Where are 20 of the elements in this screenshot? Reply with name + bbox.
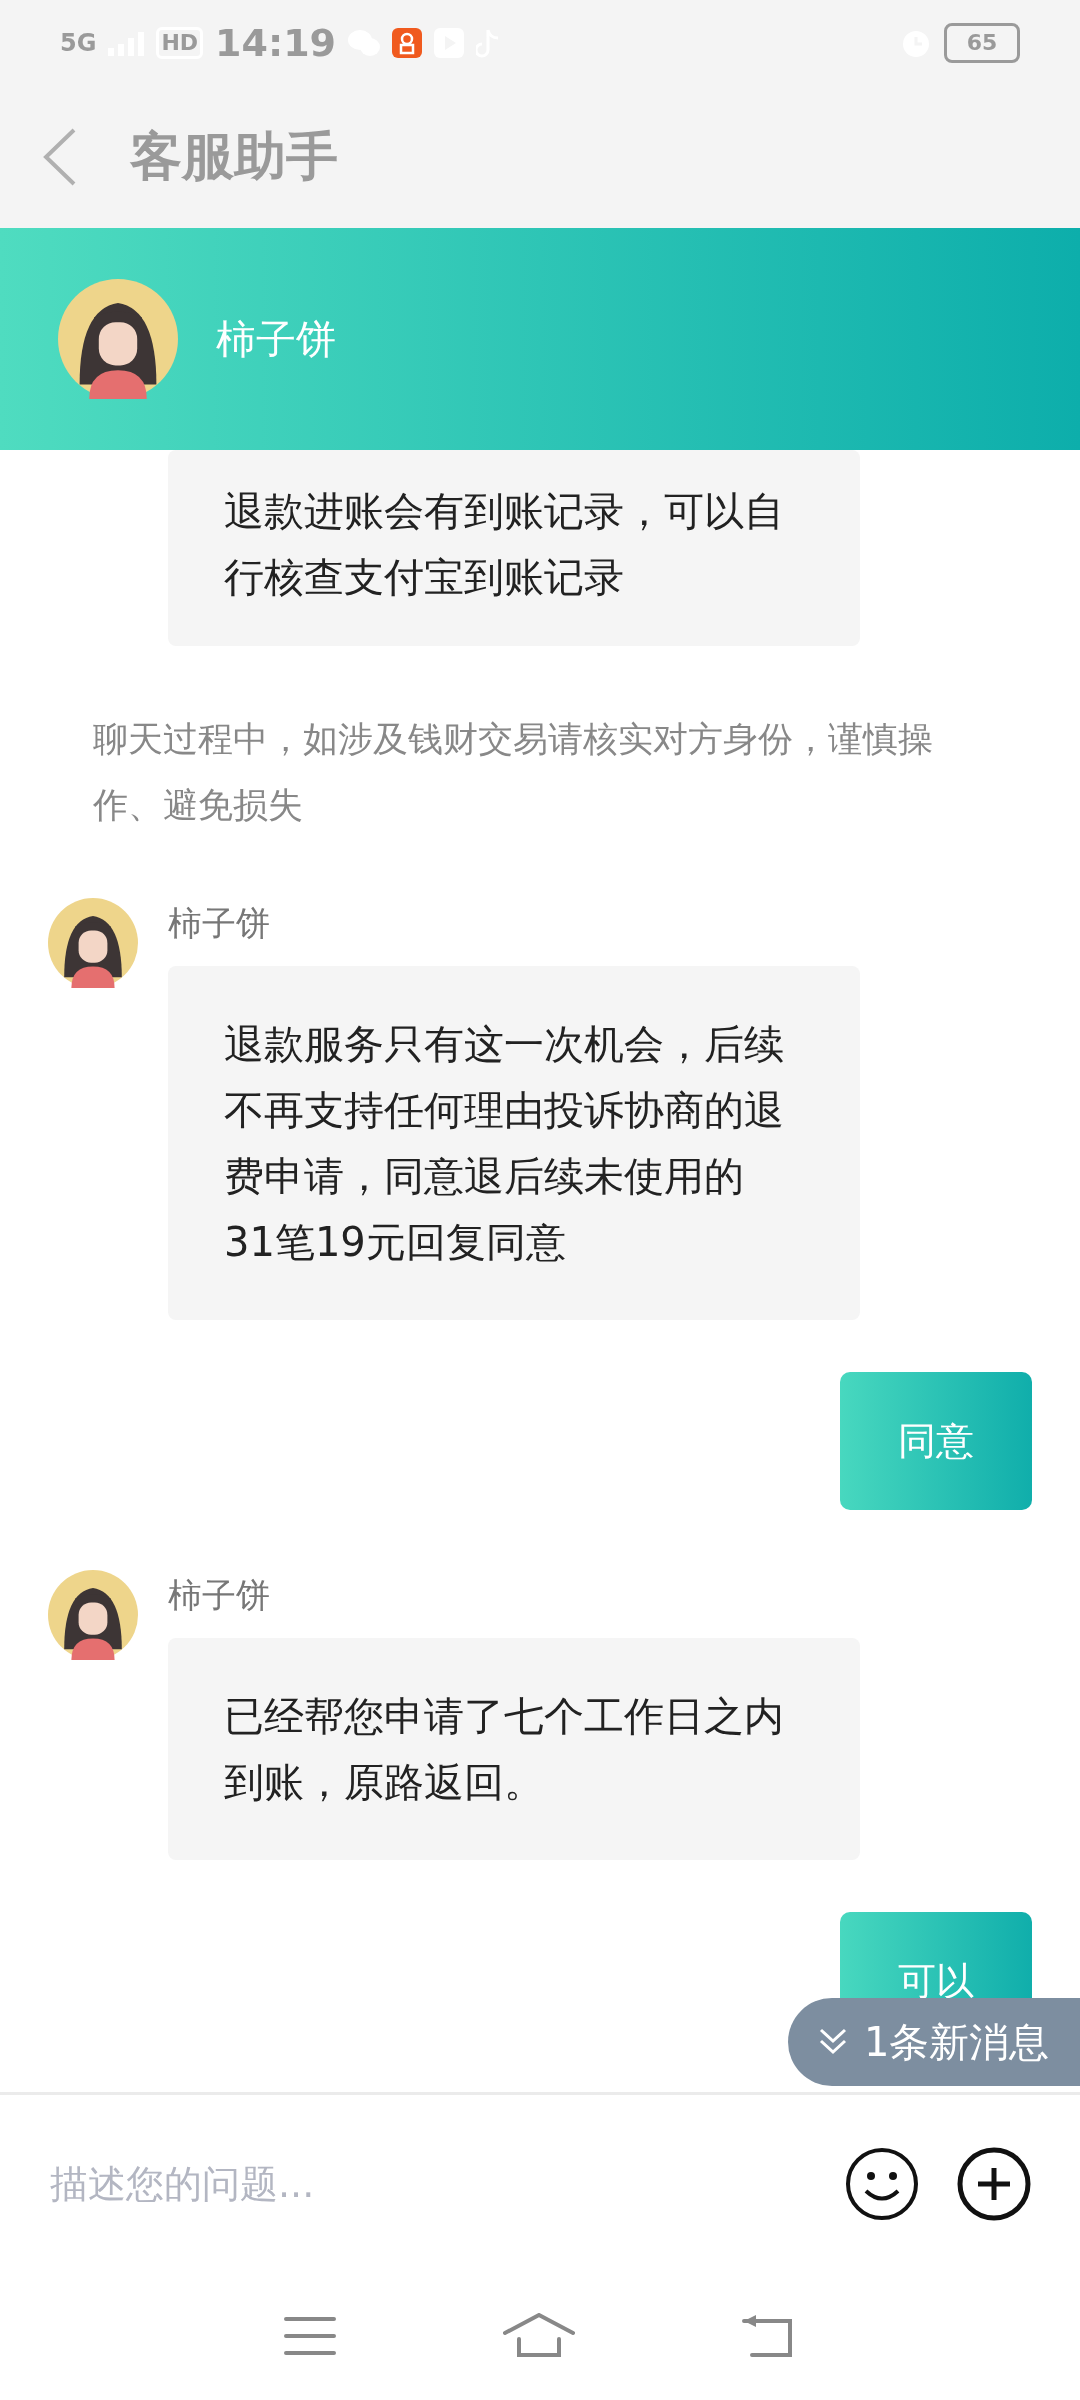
sent-message-bubble: 同意 <box>840 1372 1032 1510</box>
menu-button[interactable] <box>283 2315 336 2357</box>
network-label: 5G <box>60 30 97 55</box>
safety-notice: 聊天过程中，如涉及钱财交易请核实对方身份，谨慎操作、避免损失 <box>93 718 934 827</box>
page-title: 客服助手 <box>130 124 338 188</box>
home-button[interactable] <box>503 2313 575 2359</box>
contact-name: 柿子饼 <box>216 314 336 364</box>
new-messages-button[interactable]: 1条新消息 <box>788 1998 1080 2086</box>
hd-label: HD <box>156 26 204 59</box>
emoji-button[interactable] <box>844 2145 920 2222</box>
battery-indicator: 65 <box>944 22 1020 63</box>
sender-name: 柿子饼 <box>168 1574 271 1617</box>
add-button[interactable] <box>956 2145 1032 2222</box>
video-app-icon <box>392 27 423 58</box>
message-bubble: 退款进账会有到账记录，可以自行核查支付宝到账记录 <box>168 450 860 646</box>
message-input[interactable]: 描述您的问题... <box>48 2160 808 2207</box>
sender-name: 柿子饼 <box>168 902 271 945</box>
message-bubble: 退款服务只有这一次机会，后续不再支持任何理由投诉协商的退费申请，同意退后续未使用的31笔19元回复同意 <box>168 966 860 1320</box>
message-bubble: 已经帮您申请了七个工作日之内到账，原路返回。 <box>168 1638 860 1860</box>
status-time: 14:19 <box>215 23 337 62</box>
